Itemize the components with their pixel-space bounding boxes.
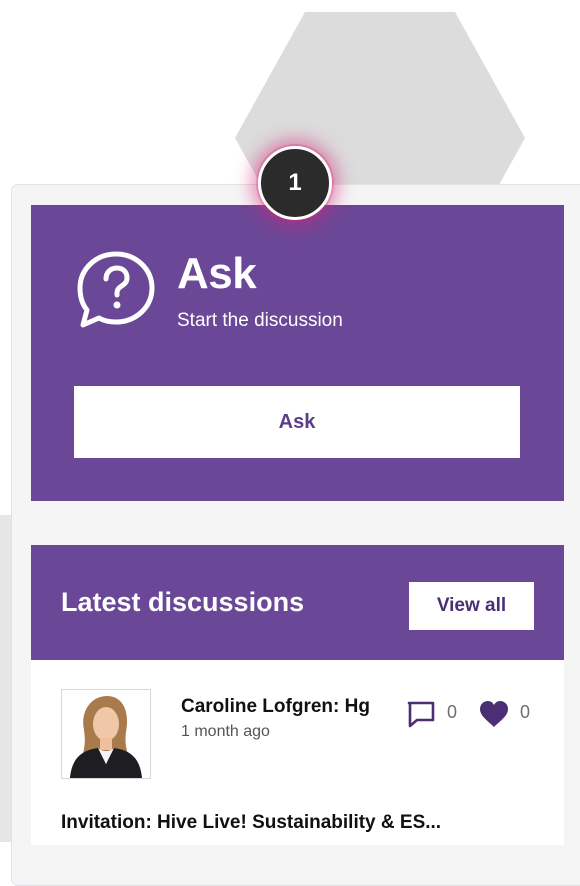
discussion-time: 1 month ago: [181, 723, 270, 740]
step-badge-number: 1: [288, 169, 302, 196]
discussion-item[interactable]: Caroline Lofgren: Hg 1 month ago 0 0 Inv…: [31, 660, 564, 845]
question-bubble-icon: [77, 251, 155, 328]
comment-icon: [407, 701, 435, 728]
ask-title: Ask: [177, 249, 257, 298]
ask-panel: Ask Start the discussion Ask: [31, 205, 564, 501]
author-photo: [62, 690, 150, 778]
view-all-button[interactable]: View all: [409, 582, 534, 630]
comment-count: 0: [447, 702, 458, 722]
discussion-author[interactable]: Caroline Lofgren: Hg: [181, 696, 370, 718]
avatar: [61, 689, 151, 779]
ask-subtitle: Start the discussion: [177, 310, 343, 331]
step-badge[interactable]: 1: [258, 146, 332, 220]
like-count: 0: [520, 702, 531, 722]
discussion-title[interactable]: Invitation: Hive Live! Sustainability & …: [61, 812, 441, 834]
heart-icon[interactable]: [478, 700, 510, 728]
latest-discussions-panel: Latest discussions View all Caroline Lof…: [31, 545, 564, 845]
latest-discussions-header: Latest discussions View all: [31, 545, 564, 660]
latest-discussions-title: Latest discussions: [61, 587, 305, 617]
ask-button[interactable]: Ask: [74, 386, 520, 458]
